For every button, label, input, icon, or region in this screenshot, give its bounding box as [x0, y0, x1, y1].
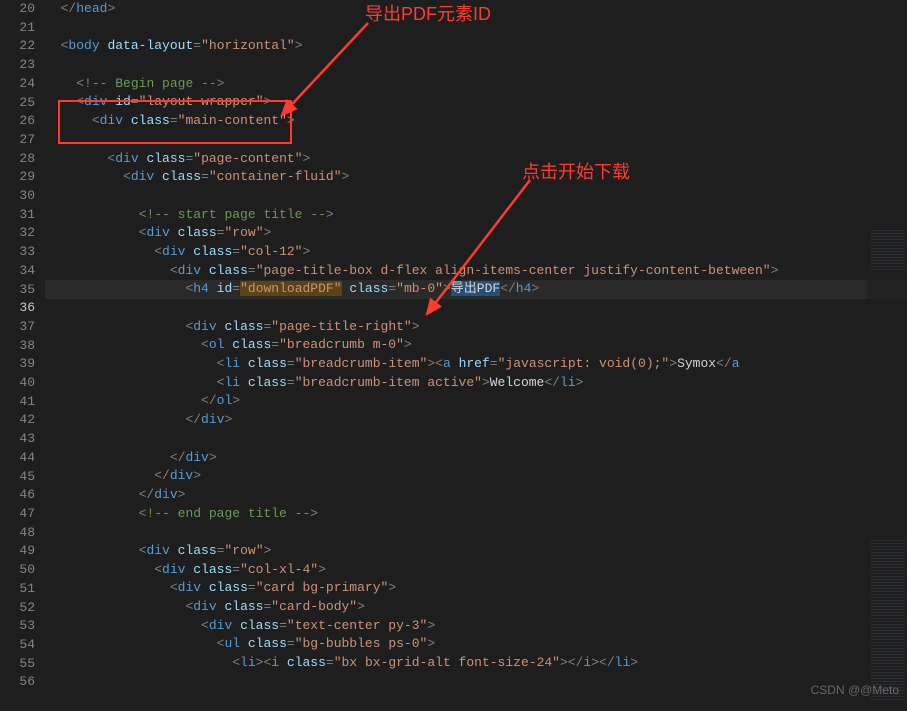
code-editor[interactable]: 2021222324252627282930313233343536373839… [0, 0, 907, 711]
watermark: CSDN @@Meto [811, 683, 899, 697]
line-number-gutter: 2021222324252627282930313233343536373839… [0, 0, 45, 711]
minimap[interactable] [867, 0, 907, 711]
code-area[interactable]: </head> <body data-layout="horizontal"> … [45, 0, 907, 711]
